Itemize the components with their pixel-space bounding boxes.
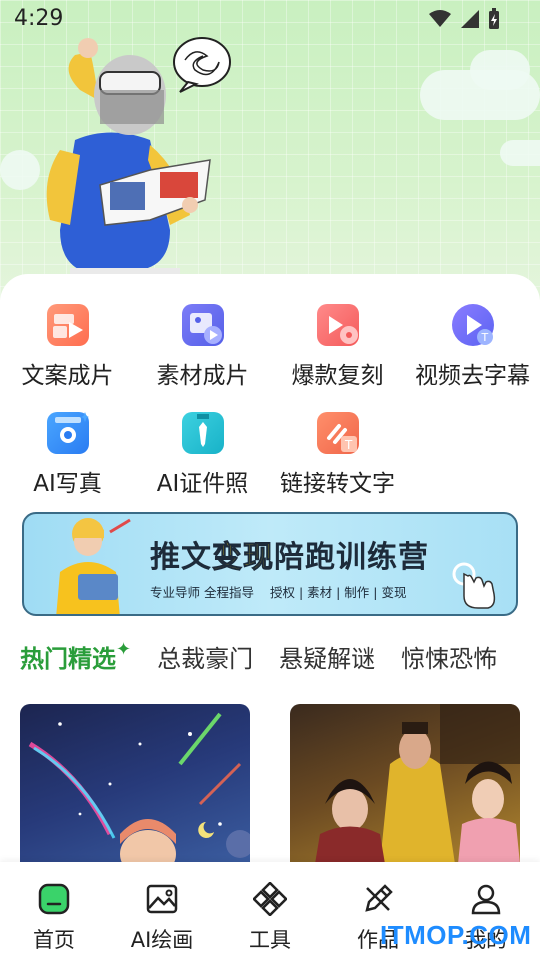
home-icon — [37, 882, 71, 916]
text-video-icon — [46, 304, 89, 346]
promo-banner[interactable]: 推文变现陪跑训练营 专业导师 全程指导 授权 | 素材 | 制作 | 变现 — [22, 512, 518, 616]
func-material-to-video[interactable]: 素材成片 — [135, 304, 270, 390]
cloud-decoration — [500, 140, 540, 166]
content-card[interactable] — [290, 704, 520, 864]
hit-replicate-icon — [316, 304, 359, 346]
nav-tools[interactable]: 工具 — [216, 881, 324, 954]
func-label: AI证件照 — [156, 471, 249, 497]
banner-title: 推文变现陪跑训练营 — [150, 540, 429, 576]
wifi-icon — [429, 10, 451, 27]
svg-text:T: T — [344, 438, 353, 452]
tab-ceo-romance[interactable]: 总裁豪门 — [157, 639, 253, 674]
nav-ai-painting[interactable]: AI绘画 — [108, 882, 216, 954]
func-label: 链接转文字 — [280, 471, 395, 497]
banner-subtitle: 专业导师 全程指导 授权 | 素材 | 制作 | 变现 — [150, 585, 407, 600]
image-icon — [145, 882, 179, 916]
nav-label: AI绘画 — [130, 928, 194, 952]
user-icon — [469, 882, 503, 916]
sparkle-icon: ✦ — [116, 638, 132, 660]
func-label: AI写真 — [33, 471, 102, 497]
func-label: 文案成片 — [21, 363, 114, 389]
func-remove-subtitle[interactable]: T 视频去字幕 — [405, 304, 540, 390]
tab-horror[interactable]: 惊悚恐怖 — [401, 639, 497, 674]
remove-subtitle-icon: T — [451, 304, 494, 346]
camera-icon — [46, 412, 89, 454]
func-link-to-text[interactable]: T 链接转文字 — [270, 412, 405, 498]
signal-icon — [461, 10, 479, 28]
func-ai-portrait[interactable]: AI写真 — [0, 412, 135, 498]
id-photo-icon — [181, 412, 224, 454]
material-video-icon — [181, 304, 224, 346]
hero-banner — [0, 0, 540, 300]
func-text-to-video[interactable]: 文案成片 — [0, 304, 135, 390]
status-time: 4:29 — [14, 6, 64, 31]
category-tabs: 热门精选✦ 总裁豪门 悬疑解谜 惊悚恐怖 — [20, 638, 530, 674]
nav-home[interactable]: 首页 — [0, 882, 108, 954]
pencil-ruler-icon — [361, 882, 395, 916]
hand-pointer-icon — [452, 562, 496, 609]
battery-icon — [489, 8, 499, 29]
func-label: 视频去字幕 — [415, 363, 530, 389]
link-to-text-icon: T — [316, 412, 359, 454]
nav-label: 首页 — [33, 928, 75, 952]
func-hit-replicate[interactable]: 爆款复刻 — [270, 304, 405, 390]
nav-label: 工具 — [249, 928, 291, 952]
watermark: ITMOP.COM — [380, 920, 532, 950]
card-thumbnail — [315, 704, 520, 864]
svg-text:T: T — [480, 331, 488, 344]
func-ai-id-photo[interactable]: AI证件照 — [135, 412, 270, 498]
cloud-decoration — [470, 50, 530, 90]
hero-illustration — [46, 37, 231, 280]
content-card[interactable] — [20, 704, 250, 864]
status-bar: 4:29 — [0, 0, 540, 38]
banner-illustration — [56, 518, 131, 614]
tab-mystery[interactable]: 悬疑解谜 — [279, 639, 375, 674]
tools-icon — [252, 881, 288, 917]
func-label: 素材成片 — [156, 363, 249, 389]
func-label: 爆款复刻 — [291, 363, 384, 389]
tab-hot-picks[interactable]: 热门精选✦ — [20, 639, 131, 674]
card-thumbnail — [28, 712, 250, 864]
